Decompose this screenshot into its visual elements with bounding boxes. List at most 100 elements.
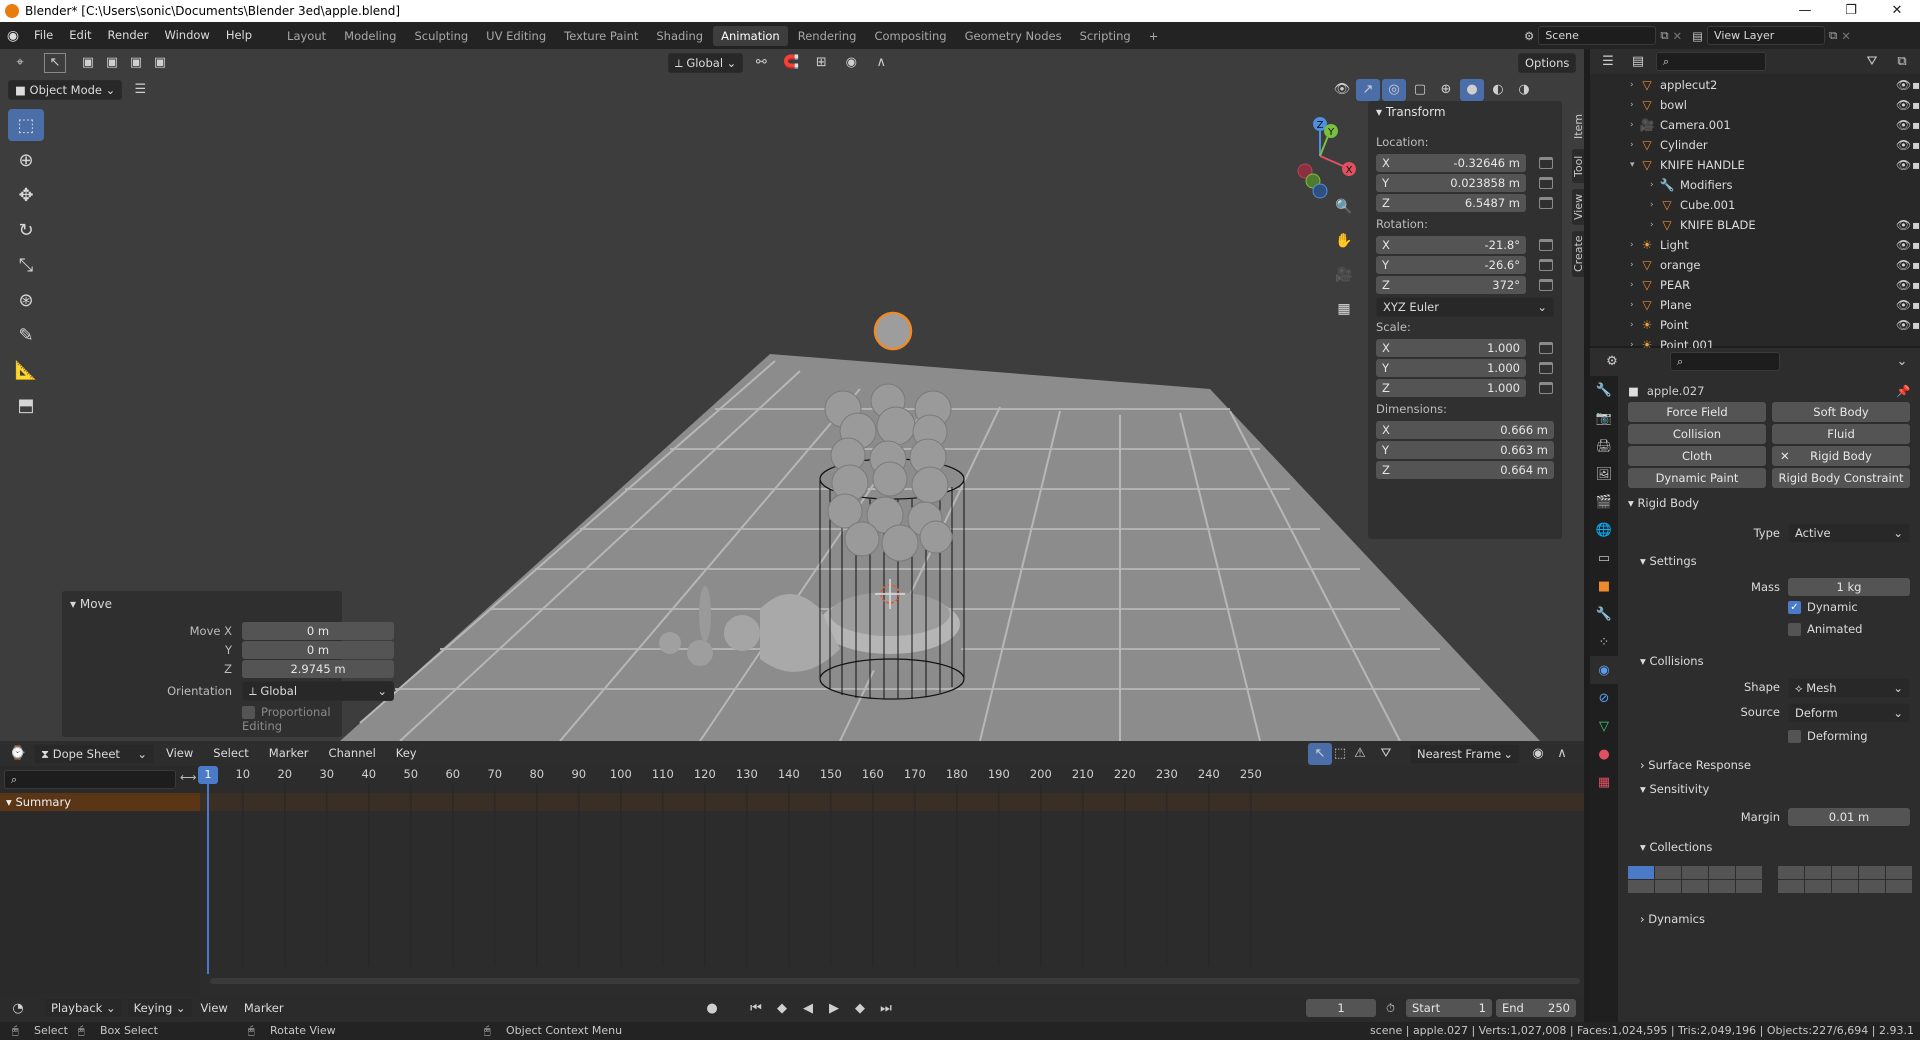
render-tab-icon[interactable]: 📷 bbox=[1590, 404, 1618, 432]
object-mode-dropdown[interactable]: ■ Object Mode ⌄ bbox=[8, 79, 123, 100]
pan-hand-icon[interactable]: ✋ bbox=[1330, 227, 1358, 255]
constraints-tab-icon[interactable]: ⊘ bbox=[1590, 684, 1618, 712]
annotate-tool-icon[interactable]: ✎ bbox=[8, 319, 44, 351]
lock-rotation-x-icon[interactable] bbox=[1539, 239, 1553, 251]
menu-edit[interactable]: Edit bbox=[61, 22, 99, 49]
workspace-tab-shading[interactable]: Shading bbox=[648, 26, 711, 46]
add-cube-tool-icon[interactable]: ⬒ bbox=[8, 389, 44, 421]
dope-menu-marker[interactable]: Marker bbox=[261, 740, 317, 767]
playhead-line[interactable] bbox=[207, 784, 209, 974]
outliner-row[interactable]: › ▽ applecut2 👁 ▪ bbox=[1590, 75, 1920, 95]
outliner-row[interactable]: › ☀ Point 👁 ▪ bbox=[1590, 315, 1920, 335]
proportional-dope-icon[interactable]: ◉ bbox=[1526, 743, 1550, 765]
material-shading-icon[interactable]: ◐ bbox=[1486, 79, 1510, 101]
record-icon[interactable]: ● bbox=[700, 997, 724, 1019]
workspace-tab-modeling[interactable]: Modeling bbox=[336, 26, 404, 46]
new-view-layer-icon[interactable]: ⧉ bbox=[1829, 28, 1837, 43]
transform-tool-icon[interactable]: ⊛ bbox=[8, 284, 44, 316]
hide-in-viewport-icon[interactable]: 👁 bbox=[1896, 318, 1911, 332]
transform-orientation-dropdown[interactable]: ⟂ Global ⌄ bbox=[668, 52, 744, 73]
cursor-tool-icon[interactable]: ⊕ bbox=[8, 144, 44, 176]
outliner-row[interactable]: › ▽ Cylinder 👁 ▪ bbox=[1590, 135, 1920, 155]
select-box-tool-icon[interactable]: ⬚ bbox=[8, 109, 44, 141]
sensitivity-subsection-header[interactable]: ▾ Sensitivity bbox=[1640, 782, 1709, 796]
disable-render-icon[interactable]: ▪ bbox=[1912, 78, 1920, 92]
outliner-editor-type-icon[interactable]: ☰ bbox=[1596, 51, 1620, 73]
scale-y-field[interactable]: Y 1.000 bbox=[1376, 359, 1526, 377]
blender-menu-icon[interactable]: ◉ bbox=[0, 28, 26, 44]
swap-icon[interactable]: ⟷ bbox=[180, 770, 197, 784]
mass-field[interactable]: 1 kg bbox=[1788, 578, 1910, 596]
scale-x-field[interactable]: X 1.000 bbox=[1376, 339, 1526, 357]
workspace-tab-compositing[interactable]: Compositing bbox=[866, 26, 954, 46]
maximize-icon[interactable]: ❐ bbox=[1828, 0, 1874, 22]
solid-shading-icon[interactable]: ● bbox=[1460, 78, 1484, 101]
jump-start-icon[interactable]: ⏮ bbox=[744, 997, 768, 1019]
expand-arrow-icon[interactable]: › bbox=[1650, 220, 1660, 230]
fluid-button[interactable]: Fluid bbox=[1772, 424, 1910, 444]
expand-arrow-icon[interactable]: › bbox=[1630, 120, 1640, 130]
proportional-editing-checkbox[interactable]: Proportional Editing bbox=[242, 705, 342, 733]
only-errors-icon[interactable]: ⚠ bbox=[1348, 743, 1372, 765]
surface-response-subsection-header[interactable]: › Surface Response bbox=[1640, 758, 1751, 772]
dope-menu-key[interactable]: Key bbox=[388, 740, 425, 767]
tool-tab-icon[interactable]: 🔧 bbox=[1590, 376, 1618, 404]
modifier-tab-icon[interactable]: 🔧 bbox=[1590, 600, 1618, 628]
scale-z-field[interactable]: Z 1.000 bbox=[1376, 379, 1526, 397]
current-frame-field[interactable]: 1 bbox=[1306, 999, 1376, 1017]
cloth-button[interactable]: Cloth bbox=[1628, 446, 1766, 466]
next-keyframe-icon[interactable]: ◆ bbox=[848, 997, 872, 1019]
select-tool-icon[interactable]: ↖ bbox=[44, 52, 66, 73]
menu-file[interactable]: File bbox=[26, 22, 61, 49]
location-z-field[interactable]: Z 6.5487 m bbox=[1376, 194, 1526, 212]
properties-options-icon[interactable]: ⌄ bbox=[1890, 350, 1914, 372]
collision-source-dropdown[interactable]: Deform ⌄ bbox=[1788, 703, 1910, 723]
move-y-field[interactable]: 0 m bbox=[242, 641, 394, 659]
dope-sheet-mode-dropdown[interactable]: ⧗ Dope Sheet ⌄ bbox=[34, 743, 154, 764]
snap-target-icon[interactable]: ⊞ bbox=[809, 52, 833, 74]
scene-selector[interactable]: Scene bbox=[1538, 26, 1657, 45]
new-collection-icon[interactable]: ⧉ bbox=[1890, 51, 1914, 73]
hide-in-viewport-icon[interactable]: 👁 bbox=[1896, 78, 1911, 92]
scene-tab-icon[interactable]: 🎬 bbox=[1590, 488, 1618, 516]
disable-render-icon[interactable]: ▪ bbox=[1912, 138, 1920, 152]
options-dropdown[interactable]: Options bbox=[1518, 53, 1577, 73]
expand-arrow-icon[interactable]: › bbox=[1630, 100, 1640, 110]
animated-checkbox[interactable]: Animated bbox=[1788, 622, 1862, 636]
outliner-row[interactable]: › ▽ KNIFE BLADE 👁 ▪ bbox=[1590, 215, 1920, 235]
proportional-edit-icon[interactable]: ◉ bbox=[839, 52, 863, 74]
minimize-icon[interactable]: — bbox=[1782, 0, 1828, 22]
horizontal-scrollbar[interactable] bbox=[210, 978, 1580, 984]
workspace-tab-scripting[interactable]: Scripting bbox=[1072, 26, 1139, 46]
outliner-row[interactable]: › ▽ Cube.001 bbox=[1590, 195, 1920, 215]
collision-button[interactable]: Collision bbox=[1628, 424, 1766, 444]
material-tab-icon[interactable]: ● bbox=[1590, 740, 1618, 768]
disable-render-icon[interactable]: ▪ bbox=[1912, 278, 1920, 292]
world-tab-icon[interactable]: 🌐 bbox=[1590, 516, 1618, 544]
overlays-icon[interactable]: ◎ bbox=[1382, 78, 1406, 101]
expand-arrow-icon[interactable]: › bbox=[1630, 140, 1640, 150]
object-tab-icon[interactable]: ■ bbox=[1590, 572, 1618, 600]
properties-search-input[interactable]: ⌕ bbox=[1670, 351, 1780, 371]
editor-type-icon[interactable]: ⌖ bbox=[8, 52, 32, 74]
dynamic-paint-button[interactable]: Dynamic Paint bbox=[1628, 468, 1766, 488]
menu-help[interactable]: Help bbox=[218, 22, 260, 49]
move-z-field[interactable]: 2.9745 m bbox=[242, 660, 394, 678]
select-mode-new-icon[interactable]: ▣ bbox=[76, 52, 100, 74]
hamburger-menu-icon[interactable]: ☰ bbox=[128, 79, 152, 101]
lock-rotation-y-icon[interactable] bbox=[1539, 259, 1553, 271]
sidebar-tab-create[interactable]: Create bbox=[1572, 231, 1584, 277]
move-tool-icon[interactable]: ✥ bbox=[8, 179, 44, 211]
dope-editor-type-icon[interactable]: ⌚ bbox=[6, 743, 30, 765]
lock-scale-y-icon[interactable] bbox=[1539, 362, 1553, 374]
channel-search-input[interactable]: ⌕ bbox=[4, 770, 176, 789]
collection-tab-icon[interactable]: ▭ bbox=[1590, 544, 1618, 572]
collection-layers-left[interactable] bbox=[1628, 866, 1762, 893]
dimensions-z-field[interactable]: Z 0.664 m bbox=[1376, 461, 1554, 479]
outliner-row[interactable]: › ▽ Plane 👁 ▪ bbox=[1590, 295, 1920, 315]
scene-icon[interactable]: ⚙ bbox=[1524, 29, 1534, 43]
texture-tab-icon[interactable]: ▦ bbox=[1590, 768, 1618, 796]
expand-arrow-icon[interactable]: › bbox=[1630, 300, 1640, 310]
force-field-button[interactable]: Force Field bbox=[1628, 402, 1766, 422]
rigid-body-type-dropdown[interactable]: Active ⌄ bbox=[1788, 523, 1910, 543]
